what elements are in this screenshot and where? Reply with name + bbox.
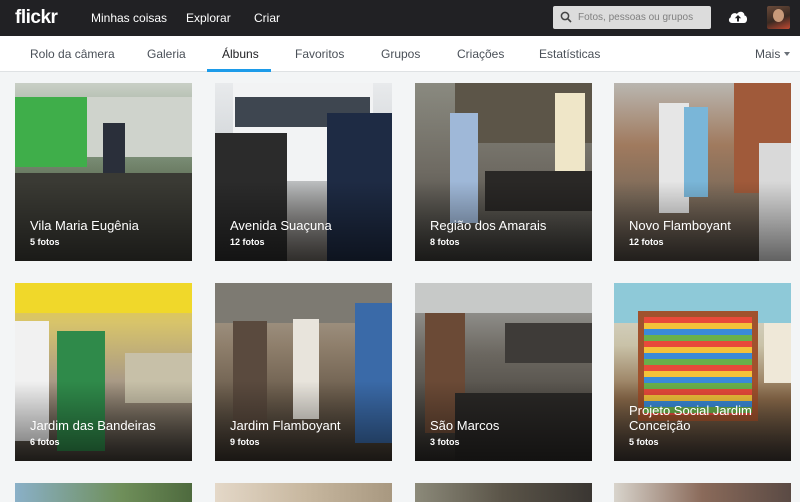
album-title: Jardim Flamboyant (230, 418, 341, 433)
album-card[interactable]: Jardim das Bandeiras 6 fotos (15, 283, 192, 461)
tab-albuns[interactable]: Álbuns (222, 47, 259, 61)
search-input[interactable] (578, 9, 706, 26)
album-card[interactable]: Região dos Amarais 8 fotos (415, 83, 592, 261)
album-card[interactable] (215, 483, 392, 502)
tab-estatisticas[interactable]: Estatísticas (539, 47, 600, 61)
tab-favoritos[interactable]: Favoritos (295, 47, 344, 61)
search-icon (560, 11, 572, 23)
user-avatar[interactable] (767, 6, 790, 29)
search-box[interactable] (553, 6, 711, 29)
chevron-down-icon[interactable] (784, 52, 790, 56)
album-title: Projeto Social Jardim Conceição (629, 403, 752, 433)
active-tab-indicator (207, 69, 271, 72)
album-title: São Marcos (430, 418, 500, 433)
tab-criacoes[interactable]: Criações (457, 47, 504, 61)
album-card[interactable]: Jardim Flamboyant 9 fotos (215, 283, 392, 461)
album-title: Novo Flamboyant (629, 218, 731, 233)
album-photo-count: 5 fotos (30, 237, 60, 247)
nav-explorar[interactable]: Explorar (186, 11, 231, 25)
nav-minhas-coisas[interactable]: Minhas coisas (91, 11, 167, 25)
album-card[interactable]: São Marcos 3 fotos (415, 283, 592, 461)
album-title: Jardim das Bandeiras (30, 418, 156, 433)
flickr-logo[interactable]: flickr (15, 7, 58, 29)
tab-grupos[interactable]: Grupos (381, 47, 420, 61)
album-cover-photo (15, 483, 192, 502)
album-card[interactable] (415, 483, 592, 502)
album-photo-count: 5 fotos (629, 437, 659, 447)
nav-criar[interactable]: Criar (254, 11, 280, 25)
album-photo-count: 6 fotos (30, 437, 60, 447)
album-photo-count: 3 fotos (430, 437, 460, 447)
album-title: Avenida Suaçuna (230, 218, 332, 233)
album-card[interactable]: Novo Flamboyant 12 fotos (614, 83, 791, 261)
album-photo-count: 9 fotos (230, 437, 260, 447)
album-card[interactable] (15, 483, 192, 502)
album-card[interactable]: Vila Maria Eugênia 5 fotos (15, 83, 192, 261)
more-menu[interactable]: Mais (755, 47, 780, 61)
album-photo-count: 12 fotos (230, 237, 265, 247)
album-card[interactable] (614, 483, 791, 502)
album-title: Vila Maria Eugênia (30, 218, 139, 233)
tab-rolo-da-camera[interactable]: Rolo da câmera (30, 47, 115, 61)
album-card[interactable]: Avenida Suaçuna 12 fotos (215, 83, 392, 261)
album-cover-photo (215, 483, 392, 502)
upload-cloud-icon[interactable] (727, 8, 749, 26)
top-bar: flickr Minhas coisas Explorar Criar (0, 0, 800, 36)
album-photo-count: 8 fotos (430, 237, 460, 247)
album-cover-photo (614, 483, 791, 502)
album-card[interactable]: Projeto Social Jardim Conceição 5 fotos (614, 283, 791, 461)
album-title: Região dos Amarais (430, 218, 547, 233)
album-cover-photo (415, 483, 592, 502)
sub-nav: Rolo da câmera Galeria Álbuns Favoritos … (0, 36, 800, 72)
tab-galeria[interactable]: Galeria (147, 47, 186, 61)
album-photo-count: 12 fotos (629, 237, 664, 247)
